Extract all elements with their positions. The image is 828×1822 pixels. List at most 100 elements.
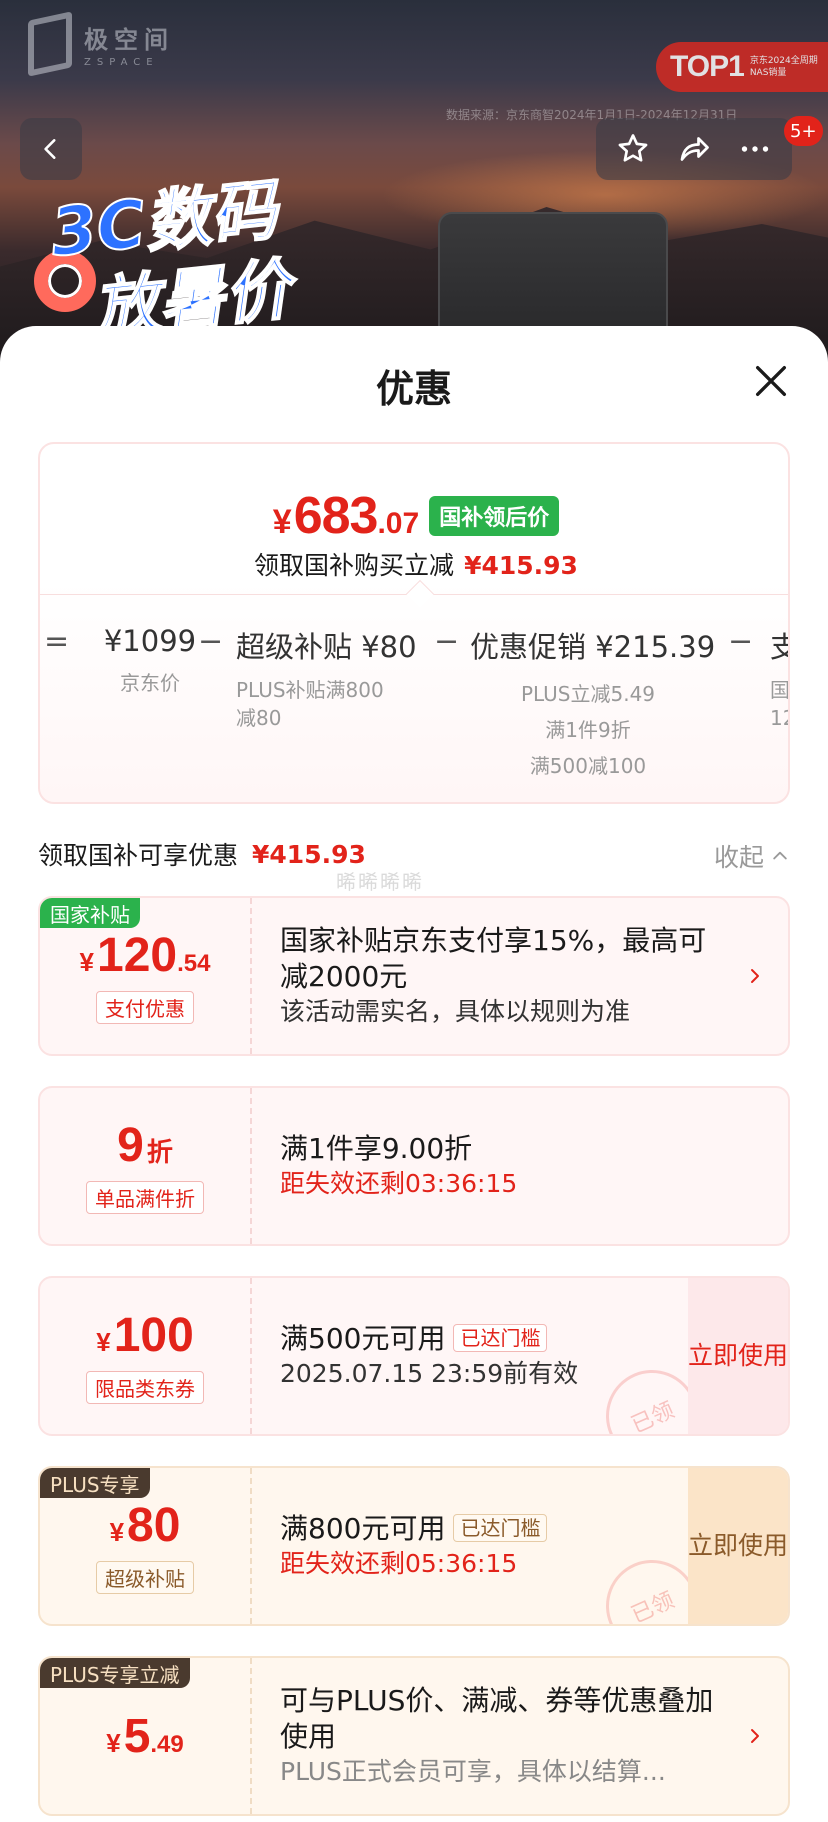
offer-amount: ¥ 100	[96, 1308, 194, 1363]
back-button[interactable]	[20, 118, 82, 180]
national-subsidy-tag: 国家补贴	[40, 898, 140, 928]
breakdown-value: 支	[770, 624, 788, 666]
sheet-title: 优惠	[375, 367, 452, 411]
offer-currency: ¥	[109, 1517, 125, 1547]
offers-section-label: 领取国补可享优惠	[38, 841, 239, 870]
brand-logo-icon	[28, 11, 72, 77]
breakdown-item: 支 国 12	[770, 624, 790, 732]
more-button[interactable]	[729, 123, 781, 175]
final-price-decimal: .07	[377, 507, 420, 540]
offer-title: 国家补贴京东支付享15%，最高可减2000元	[280, 924, 707, 993]
breakdown-sub: 减80	[236, 706, 282, 730]
breakdown-value: 优惠促销 ¥215.39	[470, 630, 716, 664]
action-bar	[596, 118, 792, 180]
offer-card-coupon-100[interactable]: ¥ 100 限品类东券 满500元可用 已达门槛 2025.07.15 23:59…	[38, 1276, 790, 1436]
collapse-label: 收起	[713, 843, 764, 872]
threshold-met-tag: 已达门槛	[453, 1324, 548, 1352]
use-now-button[interactable]: 立即使用	[688, 1278, 788, 1434]
plus-exclusive-tag: PLUS专享	[40, 1468, 150, 1498]
close-icon	[756, 366, 786, 396]
offer-amount: ¥ 80	[110, 1498, 181, 1553]
offer-type-label: 超级补贴	[96, 1561, 194, 1594]
breakdown-sub: 满1件9折	[545, 718, 631, 742]
offer-amount-decimal: .49	[150, 1730, 184, 1758]
breakdown-op: −	[434, 624, 460, 659]
subsidy-amount: ¥415.93	[464, 551, 578, 580]
plus-instant-tag: PLUS专享立减	[40, 1658, 190, 1688]
breakdown-value: 超级补贴 ¥80	[236, 630, 417, 664]
breakdown-item: 超级补贴 ¥80 PLUS补贴满800 减80	[236, 624, 417, 732]
offer-description: PLUS正式会员可享，具体以结算...	[280, 1757, 666, 1786]
offer-type-label: 单品满件折	[86, 1181, 204, 1214]
brand-logo: 极空间 ZSPACE	[28, 11, 174, 77]
breakdown-sub: 京东价	[120, 671, 180, 695]
offer-card-discount[interactable]: 9 折 单品满件折 满1件享9.00折 距失效还剩03:36:15	[38, 1086, 790, 1246]
promo-artwork: 3C数码 放暑价	[30, 160, 350, 349]
offer-amount-integer: 120	[97, 929, 178, 982]
star-icon	[618, 134, 648, 162]
favorite-button[interactable]	[607, 123, 659, 175]
top1-text: TOP1	[670, 50, 745, 83]
offer-type-label: 支付优惠	[96, 991, 194, 1024]
offers-section-amount: ¥415.93	[252, 839, 366, 869]
collapse-toggle[interactable]: 收起	[714, 838, 790, 874]
subsidy-text: 领取国补购买立减	[254, 551, 455, 580]
brand-name-cn: 极空间	[84, 26, 174, 54]
final-price-currency: ¥	[272, 503, 292, 541]
breakdown-sub: PLUS立减5.49	[520, 682, 656, 706]
breakdown-sub: 满500减100	[529, 754, 647, 778]
top1-badge: TOP1 京东2024全周期 NAS销量	[656, 42, 828, 92]
subsidy-line: 领取国补购买立减 ¥415.93	[40, 546, 788, 582]
offer-amount-decimal: .54	[177, 950, 211, 977]
offer-card-plus-instant[interactable]: ¥ 5 .49 PLUS专享立减 可与PLUS价、满减、券等优惠叠加使用 PLU…	[38, 1656, 790, 1816]
offer-currency: ¥	[96, 1327, 111, 1357]
offer-amount-integer: 5	[123, 1709, 151, 1763]
breakdown-op: =	[44, 624, 70, 659]
top1-subtext: 京东2024全周期 NAS销量	[749, 56, 818, 78]
offer-title: 满1件享9.00折	[280, 1132, 473, 1165]
offer-card-national-subsidy[interactable]: ¥ 120 .54 支付优惠 国家补贴 国家补贴京东支付享15%，最高可减200…	[38, 896, 790, 1056]
offer-amount-integer: 80	[127, 1499, 181, 1552]
offer-description: 该活动需实名，具体以规则为准	[280, 997, 631, 1026]
breakdown-op: −	[728, 624, 754, 659]
breakdown-sub: 国	[770, 678, 790, 702]
offer-type-label: 限品类东券	[86, 1371, 204, 1404]
breakdown-sub: PLUS补贴满800	[236, 678, 384, 702]
breakdown-item: 优惠促销 ¥215.39 PLUS立减5.49 满1件9折 满500减100	[470, 624, 716, 784]
offer-title: 满500元可用	[280, 1322, 446, 1355]
offer-amount-integer: 100	[113, 1309, 194, 1362]
final-price-integer: 683	[293, 487, 379, 545]
offer-amount: 9 折	[117, 1118, 173, 1173]
offer-amount: ¥ 120 .54	[80, 928, 211, 983]
offer-card-plus-subsidy[interactable]: ¥ 80 超级补贴 PLUS专享 满800元可用 已达门槛 距失效还剩05:36:…	[38, 1466, 790, 1626]
offer-title: 满800元可用	[280, 1512, 446, 1545]
use-now-button[interactable]: 立即使用	[688, 1468, 788, 1624]
chevron-right-icon	[744, 965, 766, 987]
price-summary-card: ¥ 683 .07 国补领后价 领取国补购买立减 ¥415.93 = ¥1099 …	[38, 442, 790, 804]
cart-count-badge: 5+	[784, 116, 823, 146]
share-icon	[680, 137, 709, 161]
breakdown-sub: 12	[770, 706, 788, 730]
offer-title: 可与PLUS价、满减、券等优惠叠加使用	[280, 1684, 714, 1753]
chevron-right-icon	[744, 1725, 766, 1747]
offer-currency: ¥	[106, 1727, 121, 1758]
divider-notch	[405, 579, 435, 609]
discount-sheet: 优惠 ¥ 683 .07 国补领后价 领取国补购买立减 ¥415.93 = ¥10…	[0, 326, 828, 1822]
more-icon	[742, 146, 769, 152]
brand-name-en: ZSPACE	[84, 57, 159, 68]
final-price-tag: 国补领后价	[429, 496, 560, 536]
breakdown-op: −	[198, 624, 224, 659]
price-breakdown[interactable]: = ¥1099 京东价 − 超级补贴 ¥80 PLUS补贴满800 减80 − …	[40, 624, 790, 794]
chevron-up-icon	[773, 851, 787, 860]
offer-amount: ¥ 5 .49	[106, 1709, 184, 1764]
final-price: ¥ 683 .07	[273, 486, 419, 546]
offer-countdown: 距失效还剩03:36:15	[280, 1169, 518, 1198]
watermark: 晞晞晞晞	[336, 870, 424, 894]
offer-currency: ¥	[79, 947, 94, 977]
back-arrow-icon	[44, 139, 56, 159]
offer-amount-unit: 折	[146, 1137, 173, 1167]
offer-amount-integer: 9	[117, 1119, 144, 1172]
close-button[interactable]	[748, 358, 794, 404]
product-banner: 极空间 ZSPACE TOP1 京东2024全周期 NAS销量 数据来源：京东商…	[0, 0, 828, 360]
share-button[interactable]	[668, 123, 720, 175]
